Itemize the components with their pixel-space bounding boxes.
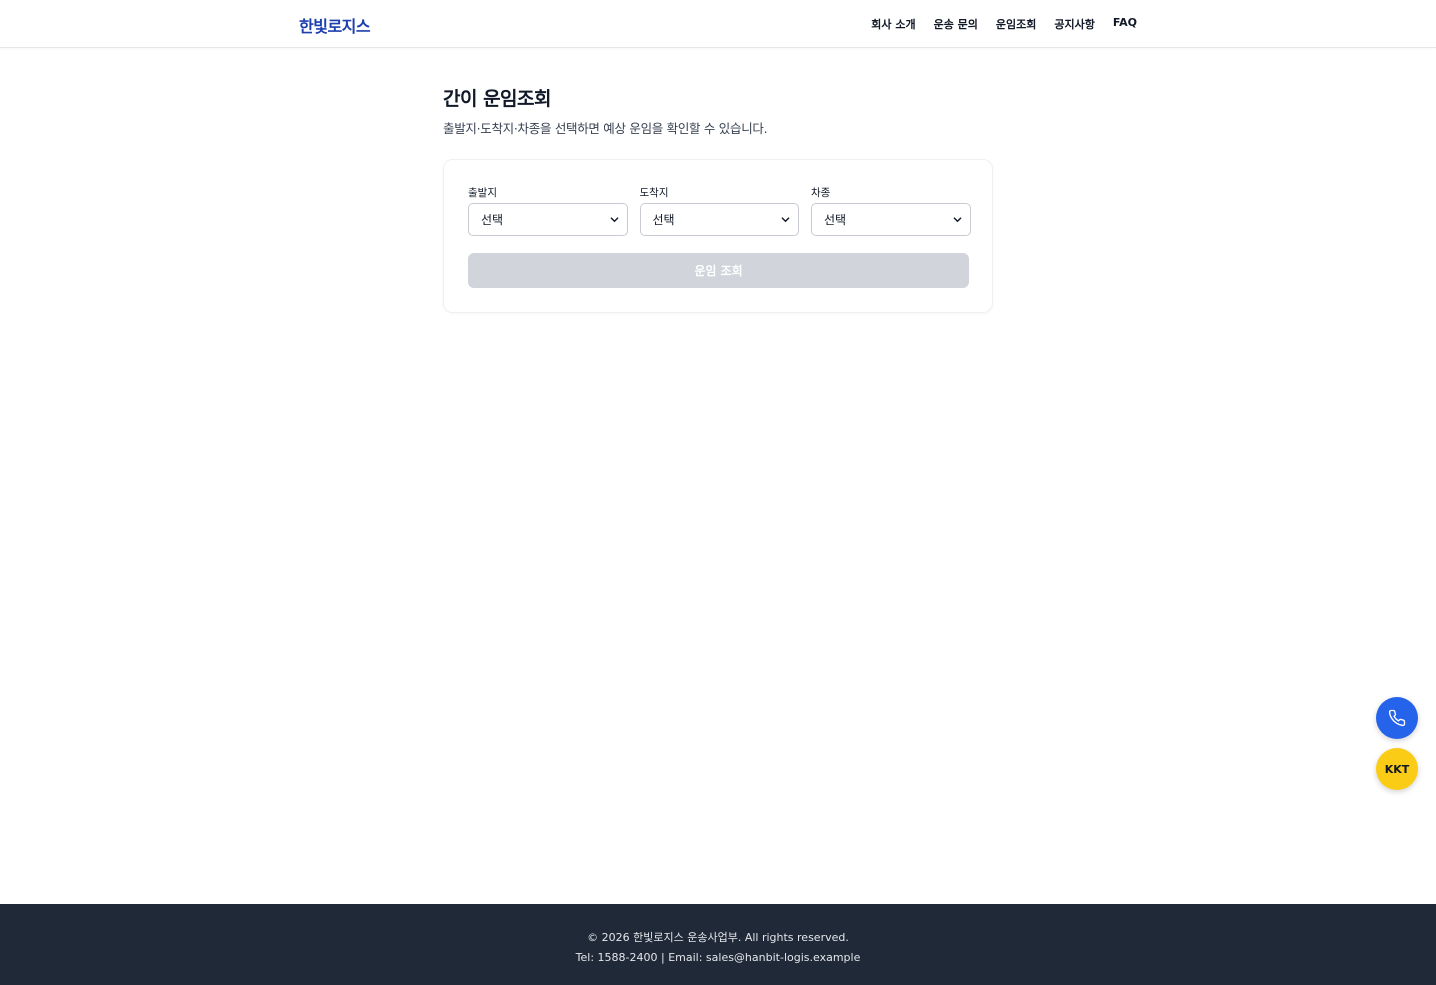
nav-item-faq[interactable]: FAQ [1113, 16, 1137, 32]
vehicle-type-field: 차종 선택 [811, 185, 971, 236]
phone-icon [1388, 709, 1406, 727]
nav-item-inquiry[interactable]: 운송 문의 [934, 16, 978, 32]
chevron-down-icon [953, 217, 961, 223]
destination-field: 도착지 선택 [639, 185, 799, 236]
kakao-talk-button[interactable]: KKT [1376, 748, 1418, 790]
vehicle-type-select[interactable]: 선택 [811, 203, 971, 236]
phone-call-button[interactable] [1376, 697, 1418, 739]
site-logo[interactable]: 한빛로지스 [299, 13, 371, 37]
nav-item-notice[interactable]: 공지사항 [1054, 16, 1094, 32]
main-nav: 회사 소개 운송 문의 운임조회 공지사항 FAQ [871, 16, 1137, 32]
chevron-down-icon [610, 217, 618, 223]
rate-lookup-button[interactable]: 운임 조회 [468, 253, 969, 288]
origin-field: 출발지 선택 [468, 185, 628, 236]
vehicle-type-label: 차종 [811, 187, 831, 199]
destination-select-value: 선택 [652, 213, 675, 227]
page-title: 간이 운임조회 [443, 88, 552, 110]
nav-item-company[interactable]: 회사 소개 [871, 16, 915, 32]
nav-item-rate-lookup[interactable]: 운임조회 [996, 16, 1036, 32]
footer-contact: Tel: 1588-2400 | Email: sales@hanbit-log… [575, 951, 861, 964]
origin-select-value: 선택 [481, 213, 504, 227]
destination-label: 도착지 [639, 187, 669, 199]
footer-copyright: © 2026 한빛로지스 운송사업부. All rights reserved. [587, 931, 849, 944]
kakao-label: KKT [1384, 762, 1410, 776]
destination-select[interactable]: 선택 [639, 203, 799, 236]
site-footer: © 2026 한빛로지스 운송사업부. All rights reserved.… [0, 904, 1436, 985]
page-subtitle: 출발지·도착지·차종을 선택하면 예상 운임을 확인할 수 있습니다. [443, 121, 768, 136]
origin-label: 출발지 [468, 187, 497, 199]
vehicle-type-select-value: 선택 [824, 213, 847, 227]
site-header: 한빛로지스 회사 소개 운송 문의 운임조회 공지사항 FAQ [0, 0, 1436, 48]
main-content: 간이 운임조회 출발지·도착지·차종을 선택하면 예상 운임을 확인할 수 있습… [443, 84, 993, 313]
chevron-down-icon [781, 217, 790, 223]
rate-form-card: 출발지 선택 도착지 선택 차종 선택 운임 조회 [443, 159, 993, 313]
origin-select[interactable]: 선택 [468, 203, 628, 236]
form-fields: 출발지 선택 도착지 선택 차종 선택 [468, 185, 971, 236]
